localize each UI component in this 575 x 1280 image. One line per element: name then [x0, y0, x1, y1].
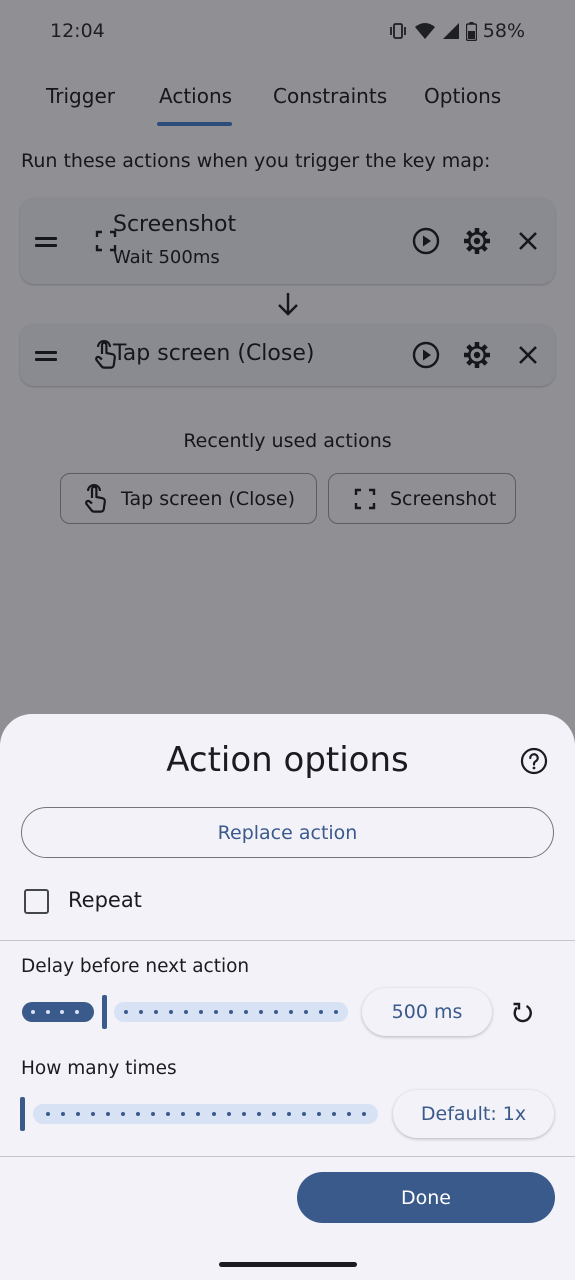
gear-icon[interactable]	[462, 340, 492, 370]
recent-chip-screenshot[interactable]: Screenshot	[328, 473, 516, 524]
wifi-icon	[414, 23, 435, 39]
how-many-value-button[interactable]: Default: 1x	[393, 1090, 554, 1138]
tab-options[interactable]: Options	[424, 84, 501, 108]
done-button[interactable]: Done	[297, 1172, 555, 1223]
arrow-down-icon	[278, 293, 298, 316]
action-card[interactable]: Screenshot Wait 500ms	[20, 198, 555, 284]
recent-chip-tap[interactable]: Tap screen (Close)	[60, 473, 317, 524]
home-gesture-handle[interactable]	[219, 1262, 357, 1267]
screenshot-icon	[354, 488, 376, 509]
how-many-times-label: How many times	[21, 1058, 177, 1079]
gear-icon[interactable]	[462, 226, 492, 256]
chip-label: Screenshot	[390, 487, 497, 510]
action-title: Tap screen (Close)	[113, 341, 315, 366]
status-icons: 58%	[388, 20, 525, 42]
action-card[interactable]: Tap screen (Close)	[20, 324, 555, 386]
slider-thumb[interactable]	[20, 1097, 25, 1131]
replace-action-button[interactable]: Replace action	[21, 807, 554, 858]
vibrate-icon	[389, 23, 406, 39]
delay-value-button[interactable]: 500 ms	[362, 988, 492, 1036]
reset-icon[interactable]	[509, 999, 537, 1027]
tab-constraints[interactable]: Constraints	[273, 84, 387, 108]
status-time: 12:04	[50, 20, 105, 42]
divider	[0, 1156, 575, 1157]
tap-icon	[85, 483, 106, 513]
sheet-title: Action options	[166, 740, 409, 780]
help-icon[interactable]	[520, 747, 548, 775]
slider-tick-marks	[31, 1002, 79, 1022]
slider-tick-marks	[46, 1104, 366, 1124]
navigation-bar	[0, 1250, 575, 1280]
slider-tick-marks	[124, 1002, 338, 1022]
battery-icon	[465, 21, 477, 41]
slider-thumb[interactable]	[102, 995, 107, 1029]
signal-icon	[442, 23, 459, 39]
divider	[0, 940, 575, 941]
play-icon[interactable]	[411, 226, 441, 256]
battery-percent: 58%	[482, 20, 525, 42]
recent-actions-title: Recently used actions	[183, 430, 392, 452]
action-subtitle: Wait 500ms	[113, 247, 220, 268]
status-bar: 12:04 58%	[0, 0, 575, 66]
repeat-checkbox[interactable]	[24, 889, 49, 914]
action-options-sheet: Action options Replace action Repeat Del…	[0, 714, 575, 1250]
close-icon[interactable]	[513, 226, 543, 256]
delay-label: Delay before next action	[21, 956, 250, 977]
chip-label: Tap screen (Close)	[121, 487, 295, 510]
action-title: Screenshot	[113, 212, 237, 237]
tab-bar: Trigger Actions Constraints Options	[0, 72, 575, 128]
close-icon[interactable]	[513, 340, 543, 370]
tab-actions[interactable]: Actions	[159, 84, 232, 108]
tab-trigger[interactable]: Trigger	[46, 84, 115, 108]
play-icon[interactable]	[411, 340, 441, 370]
tab-indicator	[157, 122, 232, 126]
repeat-label: Repeat	[68, 888, 142, 912]
intro-text: Run these actions when you trigger the k…	[21, 150, 491, 172]
